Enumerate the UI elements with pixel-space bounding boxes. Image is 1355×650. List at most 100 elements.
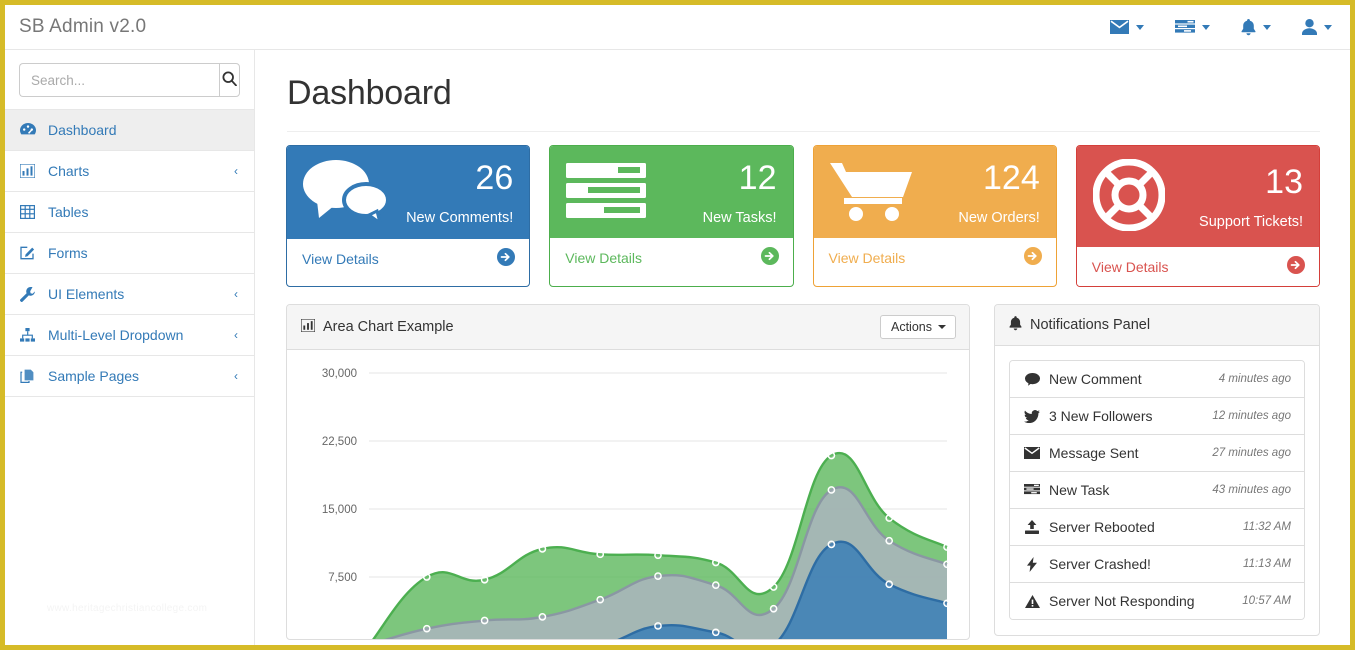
arrow-circle-right-icon [497, 248, 516, 269]
sidebar-item-sample-pages[interactable]: Sample Pages ‹ [5, 356, 254, 397]
stat-card-body: 124 New Orders! [813, 146, 1056, 238]
chart-data-point[interactable] [654, 551, 662, 560]
chart-data-point[interactable] [596, 595, 605, 604]
stat-card-label: New Comments! [406, 210, 514, 226]
tasks-dropdown[interactable] [1175, 19, 1210, 35]
notification-time: 4 minutes ago [1218, 373, 1291, 385]
comment-icon [1024, 372, 1040, 386]
chart-data-point[interactable] [943, 560, 951, 569]
tasks-icon [1024, 484, 1040, 496]
chart-data-point[interactable] [422, 573, 431, 581]
chart-data-point[interactable] [422, 624, 431, 633]
stat-card-label: New Tasks! [702, 209, 777, 226]
files-icon [20, 369, 40, 383]
chart-data-point[interactable] [711, 558, 720, 567]
chart-data-point[interactable] [769, 583, 778, 591]
alerts-dropdown[interactable] [1241, 18, 1271, 36]
chart-data-point[interactable] [538, 545, 547, 553]
chevron-down-icon [1202, 24, 1210, 30]
sidebar-item-label: Tables [48, 204, 89, 220]
stat-card-footer[interactable]: View Details [550, 238, 793, 277]
bell-icon [1241, 18, 1256, 36]
chevron-down-icon [1263, 24, 1271, 30]
chart-data-point[interactable] [943, 543, 951, 551]
chart-data-point[interactable] [885, 536, 894, 545]
panels-row: Area Chart Example Actions 7,500 15,000 22… [255, 287, 1350, 640]
notification-item[interactable]: New Task 43 minutes ago [1010, 472, 1304, 509]
chart-data-point[interactable] [827, 451, 836, 460]
view-details-label: View Details [828, 249, 906, 266]
sidebar-item-label: Charts [48, 163, 90, 179]
stat-card-number: 13 [1265, 163, 1303, 201]
actions-dropdown-button[interactable]: Actions [880, 315, 956, 339]
chart-y-tick-label: 15,000 [322, 504, 357, 516]
chart-data-point[interactable] [480, 616, 489, 625]
brand-title[interactable]: SB Admin v2.0 [5, 16, 146, 38]
chart-data-point[interactable] [480, 575, 489, 584]
sidebar-item-dashboard[interactable]: Dashboard [5, 110, 254, 151]
area-chart-svg[interactable]: 7,500 15,000 22,500 30,000 [301, 363, 957, 639]
notification-left: Server Crashed! [1024, 556, 1151, 572]
notification-item[interactable]: 3 New Followers 12 minutes ago [1010, 398, 1304, 435]
sidebar-item-tables[interactable]: Tables [5, 192, 254, 233]
bell-icon [1009, 315, 1022, 335]
user-icon [1302, 19, 1317, 35]
search-button[interactable] [219, 63, 240, 97]
stat-card-number: 12 [738, 158, 777, 197]
chart-data-point[interactable] [827, 486, 836, 494]
sidebar-item-label: Dashboard [48, 122, 117, 138]
stat-card-body: 13 Support Tickets! [1076, 146, 1319, 247]
messages-dropdown[interactable] [1110, 20, 1144, 34]
notification-item[interactable]: Server Not Responding 10:57 AM [1010, 583, 1304, 619]
notification-item[interactable]: Server Rebooted 11:32 AM [1010, 509, 1304, 546]
chart-data-point[interactable] [827, 540, 836, 549]
chart-data-point[interactable] [711, 581, 720, 590]
sidebar-item-charts[interactable]: Charts ‹ [5, 151, 254, 192]
stat-card-text: 12 New Tasks! [703, 161, 777, 226]
notification-left: Message Sent [1024, 445, 1139, 461]
chart-data-point[interactable] [654, 622, 662, 630]
notification-time: 27 minutes ago [1212, 447, 1291, 459]
sidebar-item-ui-elements[interactable]: UI Elements ‹ [5, 274, 254, 315]
wrench-icon [20, 286, 40, 302]
sidebar-item-forms[interactable]: Forms [5, 233, 254, 274]
sidebar-nav: Dashboard Charts ‹ Tables Forms UI Eleme… [5, 109, 254, 397]
chart-data-point[interactable] [885, 514, 894, 522]
chart-data-point[interactable] [711, 628, 720, 637]
stat-card-support-tickets[interactable]: 13 Support Tickets! View Details [1075, 145, 1320, 287]
chart-data-point[interactable] [596, 550, 605, 559]
stat-card-text: 26 New Comments! [406, 161, 513, 226]
notification-time: 11:13 AM [1243, 558, 1291, 570]
notification-time: 11:32 AM [1243, 521, 1291, 533]
notification-item[interactable]: Message Sent 27 minutes ago [1010, 435, 1304, 472]
chevron-left-icon: ‹ [234, 287, 238, 301]
sidebar-item-label: UI Elements [48, 286, 125, 302]
chevron-down-icon [938, 325, 946, 329]
area-chart[interactable]: 7,500 15,000 22,500 30,000 [301, 363, 955, 639]
search-input[interactable] [19, 63, 219, 97]
chart-data-point[interactable] [654, 572, 662, 580]
user-dropdown[interactable] [1302, 19, 1332, 35]
stat-card-new-tasks[interactable]: 12 New Tasks! View Details [549, 145, 794, 287]
chart-data-point[interactable] [769, 604, 778, 613]
stat-card-footer[interactable]: View Details [287, 239, 530, 278]
stat-card-new-comments[interactable]: 26 New Comments! View Details [286, 145, 531, 287]
stat-card-footer[interactable]: View Details [813, 238, 1056, 277]
stat-card-new-orders[interactable]: 124 New Orders! View Details [812, 145, 1057, 287]
chart-body: 7,500 15,000 22,500 30,000 [287, 350, 969, 639]
chart-data-point[interactable] [943, 599, 951, 608]
browser-frame: SB Admin v2.0 Search... Dashboard Charts… [0, 0, 1355, 650]
panel-title-label: Area Chart Example [323, 319, 454, 335]
panel-header: Notifications Panel [995, 305, 1319, 346]
notification-label: New Comment [1049, 371, 1142, 387]
notification-item[interactable]: Server Crashed! 11:13 AM [1010, 546, 1304, 583]
notification-label: New Task [1049, 482, 1110, 498]
sidebar-item-multi-level-dropdown[interactable]: Multi-Level Dropdown ‹ [5, 315, 254, 356]
notification-item[interactable]: New Comment 4 minutes ago [1010, 361, 1304, 398]
tasks-icon [566, 161, 647, 226]
chart-data-point[interactable] [885, 580, 894, 589]
sidebar-item-label: Forms [48, 245, 88, 261]
stat-card-footer[interactable]: View Details [1076, 247, 1319, 286]
notification-label: Server Rebooted [1049, 519, 1155, 535]
chart-data-point[interactable] [538, 613, 547, 621]
